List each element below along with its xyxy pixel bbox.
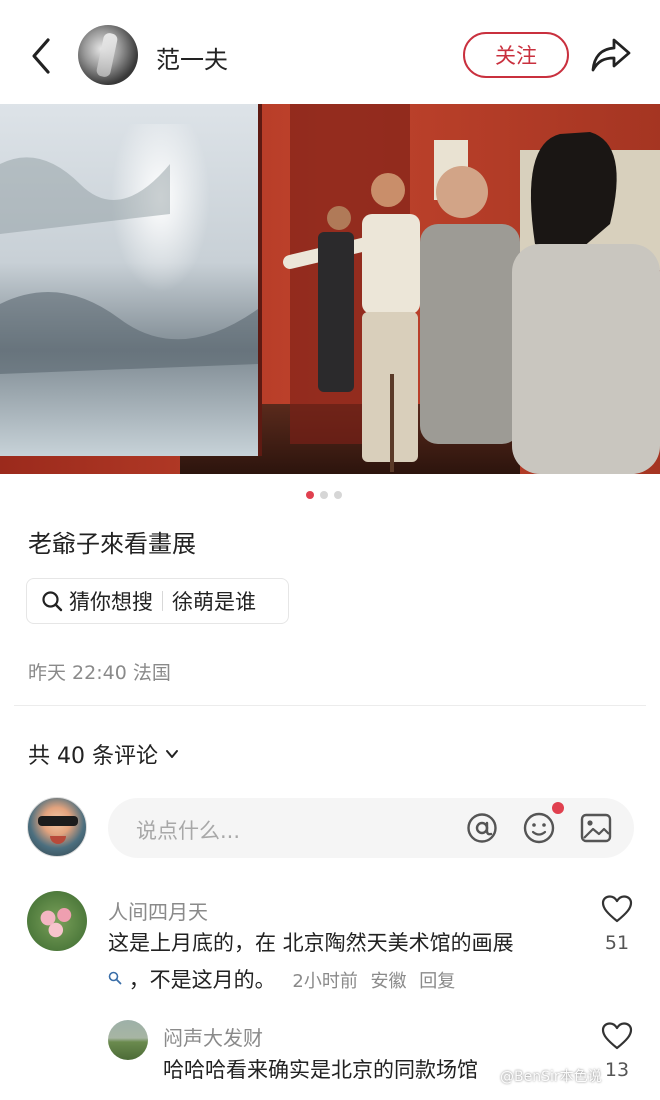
like-count: 13: [604, 1059, 630, 1081]
comment-count[interactable]: 共 40 条评论: [28, 738, 180, 770]
watermark: @BenSir本色说: [500, 1069, 602, 1085]
reply-button[interactable]: 回复: [419, 971, 455, 992]
comment-text: 哈哈哈看来确实是北京的同款场馆: [163, 1058, 478, 1082]
at-icon[interactable]: [463, 809, 501, 847]
search-icon: [42, 591, 63, 612]
commenter-avatar[interactable]: [108, 1020, 148, 1060]
comment-text-tail: ，不是这月的。: [128, 968, 276, 992]
notification-dot: [552, 802, 564, 814]
post-meta: 昨天 22:40 法国: [28, 658, 171, 685]
emoji-icon[interactable]: [520, 809, 558, 847]
post-location: 法国: [132, 662, 171, 684]
heart-icon[interactable]: [600, 1021, 634, 1051]
carousel-dot[interactable]: [320, 491, 328, 499]
commenter-avatar[interactable]: [27, 891, 87, 951]
top-bar: 范一夫 关注: [0, 0, 660, 104]
author-avatar[interactable]: [78, 25, 138, 85]
comment-text-line-2: ，不是这月的。 2小时前 安徽 回复: [108, 962, 514, 1000]
comment-count-label: 共 40 条评论: [28, 744, 158, 769]
share-icon[interactable]: [590, 36, 632, 74]
back-icon[interactable]: [26, 36, 56, 76]
my-avatar[interactable]: [27, 797, 87, 857]
gallery-photo-illustration: [0, 104, 660, 474]
follow-button[interactable]: 关注: [463, 32, 569, 78]
divider: [14, 705, 646, 706]
comment-input-placeholder: 说点什么...: [136, 819, 241, 843]
comment-time: 2小时前: [292, 971, 358, 992]
comment-username[interactable]: 闷声大发财: [163, 1022, 263, 1051]
post-time: 昨天 22:40: [28, 662, 127, 684]
comment-username[interactable]: 人间四月天: [108, 896, 208, 925]
comment-text-line: 这是上月底的，在 北京陶然天美术馆的画展: [108, 931, 514, 955]
search-suggestion-chip[interactable]: 猜你想搜 徐萌是谁: [26, 578, 289, 624]
post-photo[interactable]: [0, 104, 660, 474]
comment-region: 安徽: [370, 971, 407, 992]
search-suggestion[interactable]: 徐萌是谁: [172, 586, 256, 616]
author-name[interactable]: 范一夫: [156, 40, 228, 75]
search-icon: [108, 971, 122, 985]
carousel-dot[interactable]: [306, 491, 314, 499]
comment-text: 这是上月底的，在 北京陶然天美术馆的画展 ，不是这月的。 2小时前 安徽 回复: [108, 925, 514, 1000]
like-count: 51: [604, 932, 630, 954]
carousel-indicator: [306, 491, 342, 499]
chip-divider: [162, 591, 163, 611]
post-title: 老爺子來看畫展: [28, 530, 196, 558]
heart-icon[interactable]: [600, 894, 634, 924]
search-prefix: 猜你想搜: [69, 590, 153, 614]
image-icon[interactable]: [577, 809, 615, 847]
comment-input[interactable]: 说点什么...: [108, 798, 634, 858]
chevron-down-icon: [165, 750, 178, 758]
carousel-dot[interactable]: [334, 491, 342, 499]
